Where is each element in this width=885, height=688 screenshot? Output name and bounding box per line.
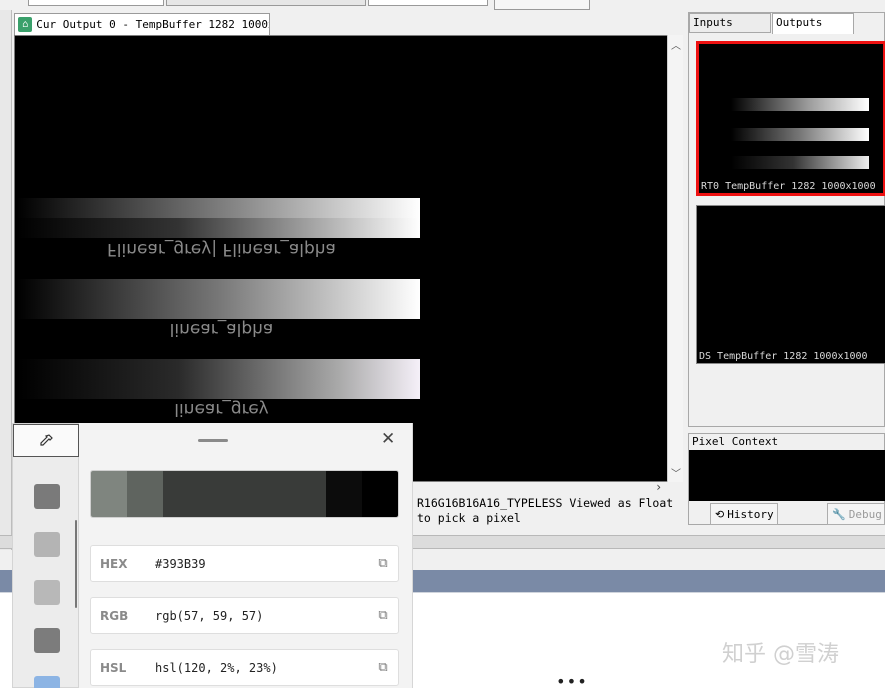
debug-button[interactable]: 🔧 Debug <box>827 503 885 525</box>
toolbar-slider[interactable] <box>166 0 366 6</box>
gradient-bar-2 <box>17 279 420 319</box>
history-button[interactable]: ⟲ History <box>710 503 778 525</box>
history-icon: ⟲ <box>715 507 725 521</box>
rgb-label: RGB <box>100 608 129 623</box>
hex-row: HEX #393B39 ⧉ <box>90 545 399 582</box>
history-swatch[interactable] <box>34 484 60 509</box>
document-tab-title: Cur Output 0 - TempBuffer 1282 1000x⋯ <box>36 18 269 31</box>
hsl-value[interactable]: hsl(120, 2%, 23%) <box>155 661 368 675</box>
eyedropper-button[interactable] <box>13 424 79 457</box>
copy-icon[interactable]: ⧉ <box>368 556 398 571</box>
color-picker-panel: ✕ HEX #393B39 ⧉ RGB rgb(57, 59, 57) ⧉ HS… <box>79 423 413 688</box>
more-icon[interactable]: ••• <box>556 672 588 688</box>
history-swatch[interactable] <box>34 532 60 557</box>
eyedropper-icon <box>40 433 53 446</box>
status-text: R16G16B16A16_TYPELESS Viewed as Float to… <box>417 496 683 526</box>
shade-cell[interactable] <box>362 471 398 517</box>
hex-label: HEX <box>100 556 128 571</box>
color-history-rail <box>12 423 79 688</box>
pixel-context-canvas[interactable] <box>689 450 885 501</box>
scroll-down-icon[interactable]: ﹀ <box>671 465 681 480</box>
pixel-context-panel: Pixel Context ⟲ History 🔧 Debug <box>688 433 885 525</box>
texture-label-1: Flinear_grey| Flinear_alpha <box>107 239 336 259</box>
rgb-value[interactable]: rgb(57, 59, 57) <box>155 609 368 623</box>
gradient-bar-3 <box>17 359 420 399</box>
texture-label-3: linear_grey <box>174 399 269 419</box>
thumbnail-bar <box>731 156 869 169</box>
texture-label-2: linear_alpha <box>169 319 274 339</box>
shade-cell[interactable] <box>91 471 127 517</box>
output-thumbnail-rt0[interactable]: RT0 TempBuffer 1282 1000x1000 <box>696 41 885 196</box>
wrench-icon: 🔧 <box>832 507 846 521</box>
thumbnail-label: RT0 TempBuffer 1282 1000x1000 <box>701 181 876 192</box>
color-shade-strip[interactable] <box>90 470 399 518</box>
shade-cell[interactable] <box>126 471 163 517</box>
shade-cell[interactable] <box>326 471 363 517</box>
history-label: History <box>727 507 774 521</box>
watermark: 知乎 @雪涛 <box>722 642 839 667</box>
output-thumbnail-ds[interactable]: DS TempBuffer 1282 1000x1000 <box>696 205 885 364</box>
document-tab[interactable]: ⌂ Cur Output 0 - TempBuffer 1282 1000x⋯ <box>14 13 270 35</box>
copy-icon[interactable]: ⧉ <box>368 608 398 623</box>
status-hint: to pick a pixel <box>417 511 521 525</box>
pixel-context-title: Pixel Context <box>692 435 779 448</box>
gradient-bar-1 <box>17 198 420 238</box>
history-swatch[interactable] <box>34 676 60 688</box>
drag-handle[interactable] <box>198 439 228 442</box>
scroll-up-icon[interactable]: ︿ <box>671 37 681 52</box>
toolbar-field[interactable] <box>368 0 488 6</box>
toolbar-buttons[interactable] <box>494 0 590 10</box>
top-toolbar-strip <box>0 0 885 12</box>
debug-label: Debug <box>848 507 882 521</box>
rail-scrollbar[interactable] <box>75 520 77 608</box>
thumbnail-label: DS TempBuffer 1282 1000x1000 <box>699 351 868 362</box>
shade-cell[interactable] <box>162 471 327 517</box>
left-frame <box>0 10 12 550</box>
scroll-right-icon[interactable]: › <box>655 480 662 494</box>
history-swatch[interactable] <box>34 580 60 605</box>
thumbnail-bar <box>731 128 869 141</box>
thumbnail-bar <box>731 98 869 111</box>
viewer-vertical-scrollbar[interactable]: ︿ ﹀ <box>667 35 683 482</box>
texture-viewer[interactable]: Flinear_grey| Flinear_alpha linear_alpha… <box>14 35 683 482</box>
rgb-row: RGB rgb(57, 59, 57) ⧉ <box>90 597 399 634</box>
history-swatch[interactable] <box>34 628 60 653</box>
tab-inputs[interactable]: Inputs <box>689 13 771 33</box>
hex-value[interactable]: #393B39 <box>155 557 368 571</box>
hsl-row: HSL hsl(120, 2%, 23%) ⧉ <box>90 649 399 686</box>
hsl-label: HSL <box>100 660 127 675</box>
texture-icon: ⌂ <box>18 17 33 32</box>
copy-icon[interactable]: ⧉ <box>368 660 398 675</box>
tab-outputs[interactable]: Outputs <box>772 13 854 34</box>
close-icon[interactable]: ✕ <box>381 429 395 449</box>
status-format: R16G16B16A16_TYPELESS Viewed as Float <box>417 496 674 510</box>
resource-panel: Inputs Outputs RT0 TempBuffer 1282 1000x… <box>688 12 885 427</box>
toolbar-field[interactable] <box>28 0 164 6</box>
